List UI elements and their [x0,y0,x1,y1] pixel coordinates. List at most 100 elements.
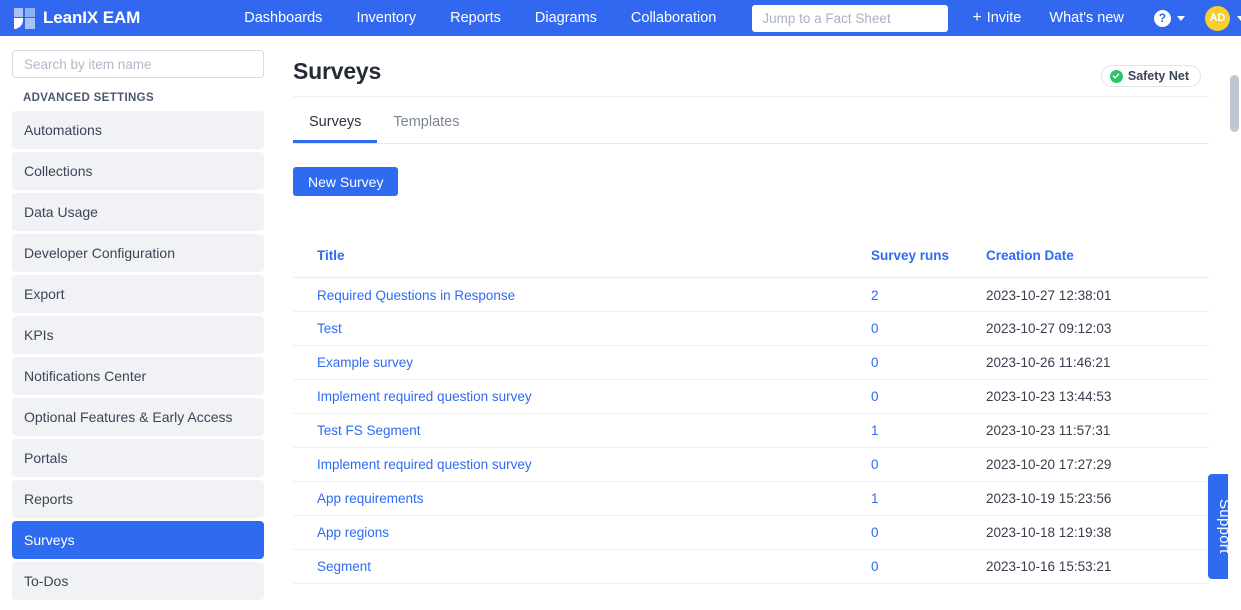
brand-logo[interactable]: LeanIX EAM [14,7,141,29]
sidebar-section-heading: ADVANCED SETTINGS [23,92,154,104]
column-header-creation-date[interactable]: Creation Date [986,248,1209,278]
sidebar-item-to-dos[interactable]: To-Dos [12,562,264,600]
table-row[interactable]: Test 0 2023-10-27 09:12:03 [293,311,1209,346]
chevron-down-icon [1176,15,1185,21]
sidebar-item-portals[interactable]: Portals [12,439,264,477]
main-content: Surveys Safety Net Surveys Templates New… [276,36,1234,610]
invite-button[interactable]: + Invite [958,9,1035,27]
new-survey-button[interactable]: New Survey [293,167,399,196]
survey-runs-link[interactable]: 0 [871,389,879,404]
content-tabs: Surveys Templates [293,108,1209,144]
survey-runs-link[interactable]: 0 [871,457,879,472]
nav-item-collaboration[interactable]: Collaboration [614,0,733,36]
primary-nav: Dashboards Inventory Reports Diagrams Co… [227,0,733,36]
survey-title-link[interactable]: App requirements [317,491,424,506]
user-menu[interactable]: AD [1204,5,1241,31]
sidebar-item-collections[interactable]: Collections [12,152,264,190]
sidebar-item-label: KPIs [24,327,54,343]
invite-label: Invite [986,10,1022,26]
survey-creation-date: 2023-10-16 15:53:21 [986,549,1209,584]
survey-creation-date: 2023-10-27 12:38:01 [986,277,1209,312]
sidebar-search-input[interactable] [12,50,264,78]
survey-title-link[interactable]: Segment [317,559,371,574]
avatar: AD [1204,5,1230,31]
sidebar-item-kpis[interactable]: KPIs [12,316,264,354]
sidebar-item-label: Optional Features & Early Access [24,409,233,425]
table-row[interactable]: Segment 0 2023-10-16 15:53:21 [293,549,1209,584]
top-navigation-bar: LeanIX EAM Dashboards Inventory Reports … [0,0,1241,36]
survey-creation-date: 2023-10-19 15:23:56 [986,481,1209,516]
sidebar-item-data-usage[interactable]: Data Usage [12,193,264,231]
table-header-row: Title Survey runs Creation Date [293,248,1209,278]
survey-runs-link[interactable]: 0 [871,321,879,336]
plus-icon: + [972,9,982,26]
survey-title-link[interactable]: Implement required question survey [317,457,532,472]
sidebar-item-label: Collections [24,163,93,179]
page-scrollbar-track[interactable] [1228,36,1241,610]
survey-title-link[interactable]: Example survey [317,355,413,370]
survey-runs-link[interactable]: 2 [871,288,879,303]
sidebar-item-label: Reports [24,491,74,507]
table-row[interactable]: Implement required question survey 0 202… [293,447,1209,482]
survey-creation-date: 2023-10-26 11:46:21 [986,345,1209,380]
sidebar-item-export[interactable]: Export [12,275,264,313]
top-nav-actions: + Invite What's new ? AD [958,5,1241,31]
survey-title-link[interactable]: Test [317,321,342,336]
sidebar-item-label: Export [24,286,65,302]
sidebar: ADVANCED SETTINGS Automations Collection… [0,36,276,610]
table-row[interactable]: App requirements 1 2023-10-19 15:23:56 [293,481,1209,516]
sidebar-item-optional-features-early-access[interactable]: Optional Features & Early Access [12,398,264,436]
sidebar-item-notifications-center[interactable]: Notifications Center [12,357,264,395]
brand-name: LeanIX EAM [43,8,141,27]
sidebar-item-label: Data Usage [24,204,98,220]
survey-creation-date: 2023-10-27 09:12:03 [986,311,1209,346]
table-row[interactable]: App regions 0 2023-10-18 12:19:38 [293,515,1209,550]
survey-title-link[interactable]: App regions [317,525,389,540]
survey-title-link[interactable]: Test FS Segment [317,423,421,438]
survey-runs-link[interactable]: 1 [871,491,879,506]
surveys-table-wrapper: Title Survey runs Creation Date Required… [293,248,1209,584]
survey-creation-date: 2023-10-23 13:44:53 [986,379,1209,414]
nav-item-reports[interactable]: Reports [433,0,518,36]
survey-creation-date: 2023-10-20 17:27:29 [986,447,1209,482]
sidebar-item-surveys[interactable]: Surveys [12,521,264,559]
column-header-title[interactable]: Title [293,248,871,278]
table-row[interactable]: Example survey 0 2023-10-26 11:46:21 [293,345,1209,380]
chevron-down-icon [1236,15,1241,21]
survey-runs-link[interactable]: 1 [871,423,879,438]
survey-title-link[interactable]: Required Questions in Response [317,288,515,303]
sidebar-item-label: Notifications Center [24,368,147,384]
question-mark-icon: ? [1153,9,1171,27]
sidebar-item-reports[interactable]: Reports [12,480,264,518]
survey-creation-date: 2023-10-18 12:19:38 [986,515,1209,550]
sidebar-item-developer-configuration[interactable]: Developer Configuration [12,234,264,272]
sidebar-item-label: To-Dos [24,573,69,589]
sidebar-item-label: Portals [24,450,68,466]
fact-sheet-search-input[interactable] [752,4,949,32]
status-badge-label: Safety Net [1127,69,1189,83]
survey-runs-link[interactable]: 0 [871,525,879,540]
sidebar-item-automations[interactable]: Automations [12,111,264,149]
help-menu[interactable]: ? [1144,9,1195,27]
sidebar-item-label: Surveys [24,532,75,548]
survey-title-link[interactable]: Implement required question survey [317,389,532,404]
page-scrollbar-thumb[interactable] [1230,75,1239,132]
survey-runs-link[interactable]: 0 [871,559,879,574]
table-row[interactable]: Implement required question survey 0 202… [293,379,1209,414]
table-row[interactable]: Test FS Segment 1 2023-10-23 11:57:31 [293,413,1209,448]
survey-runs-link[interactable]: 0 [871,355,879,370]
nav-item-diagrams[interactable]: Diagrams [518,0,614,36]
nav-item-dashboards[interactable]: Dashboards [227,0,339,36]
table-header: Title Survey runs Creation Date [293,248,1209,278]
status-badge[interactable]: Safety Net [1100,65,1201,87]
leanix-logo-icon [14,7,35,29]
survey-creation-date: 2023-10-23 11:57:31 [986,413,1209,448]
column-header-survey-runs[interactable]: Survey runs [871,248,986,278]
tab-templates[interactable]: Templates [377,108,475,142]
table-body: Required Questions in Response 2 2023-10… [293,277,1209,584]
table-row[interactable]: Required Questions in Response 2 2023-10… [293,277,1209,312]
whats-new-button[interactable]: What's new [1035,10,1138,26]
nav-item-inventory[interactable]: Inventory [339,0,433,36]
sidebar-item-label: Developer Configuration [24,245,175,261]
tab-surveys[interactable]: Surveys [293,108,378,143]
